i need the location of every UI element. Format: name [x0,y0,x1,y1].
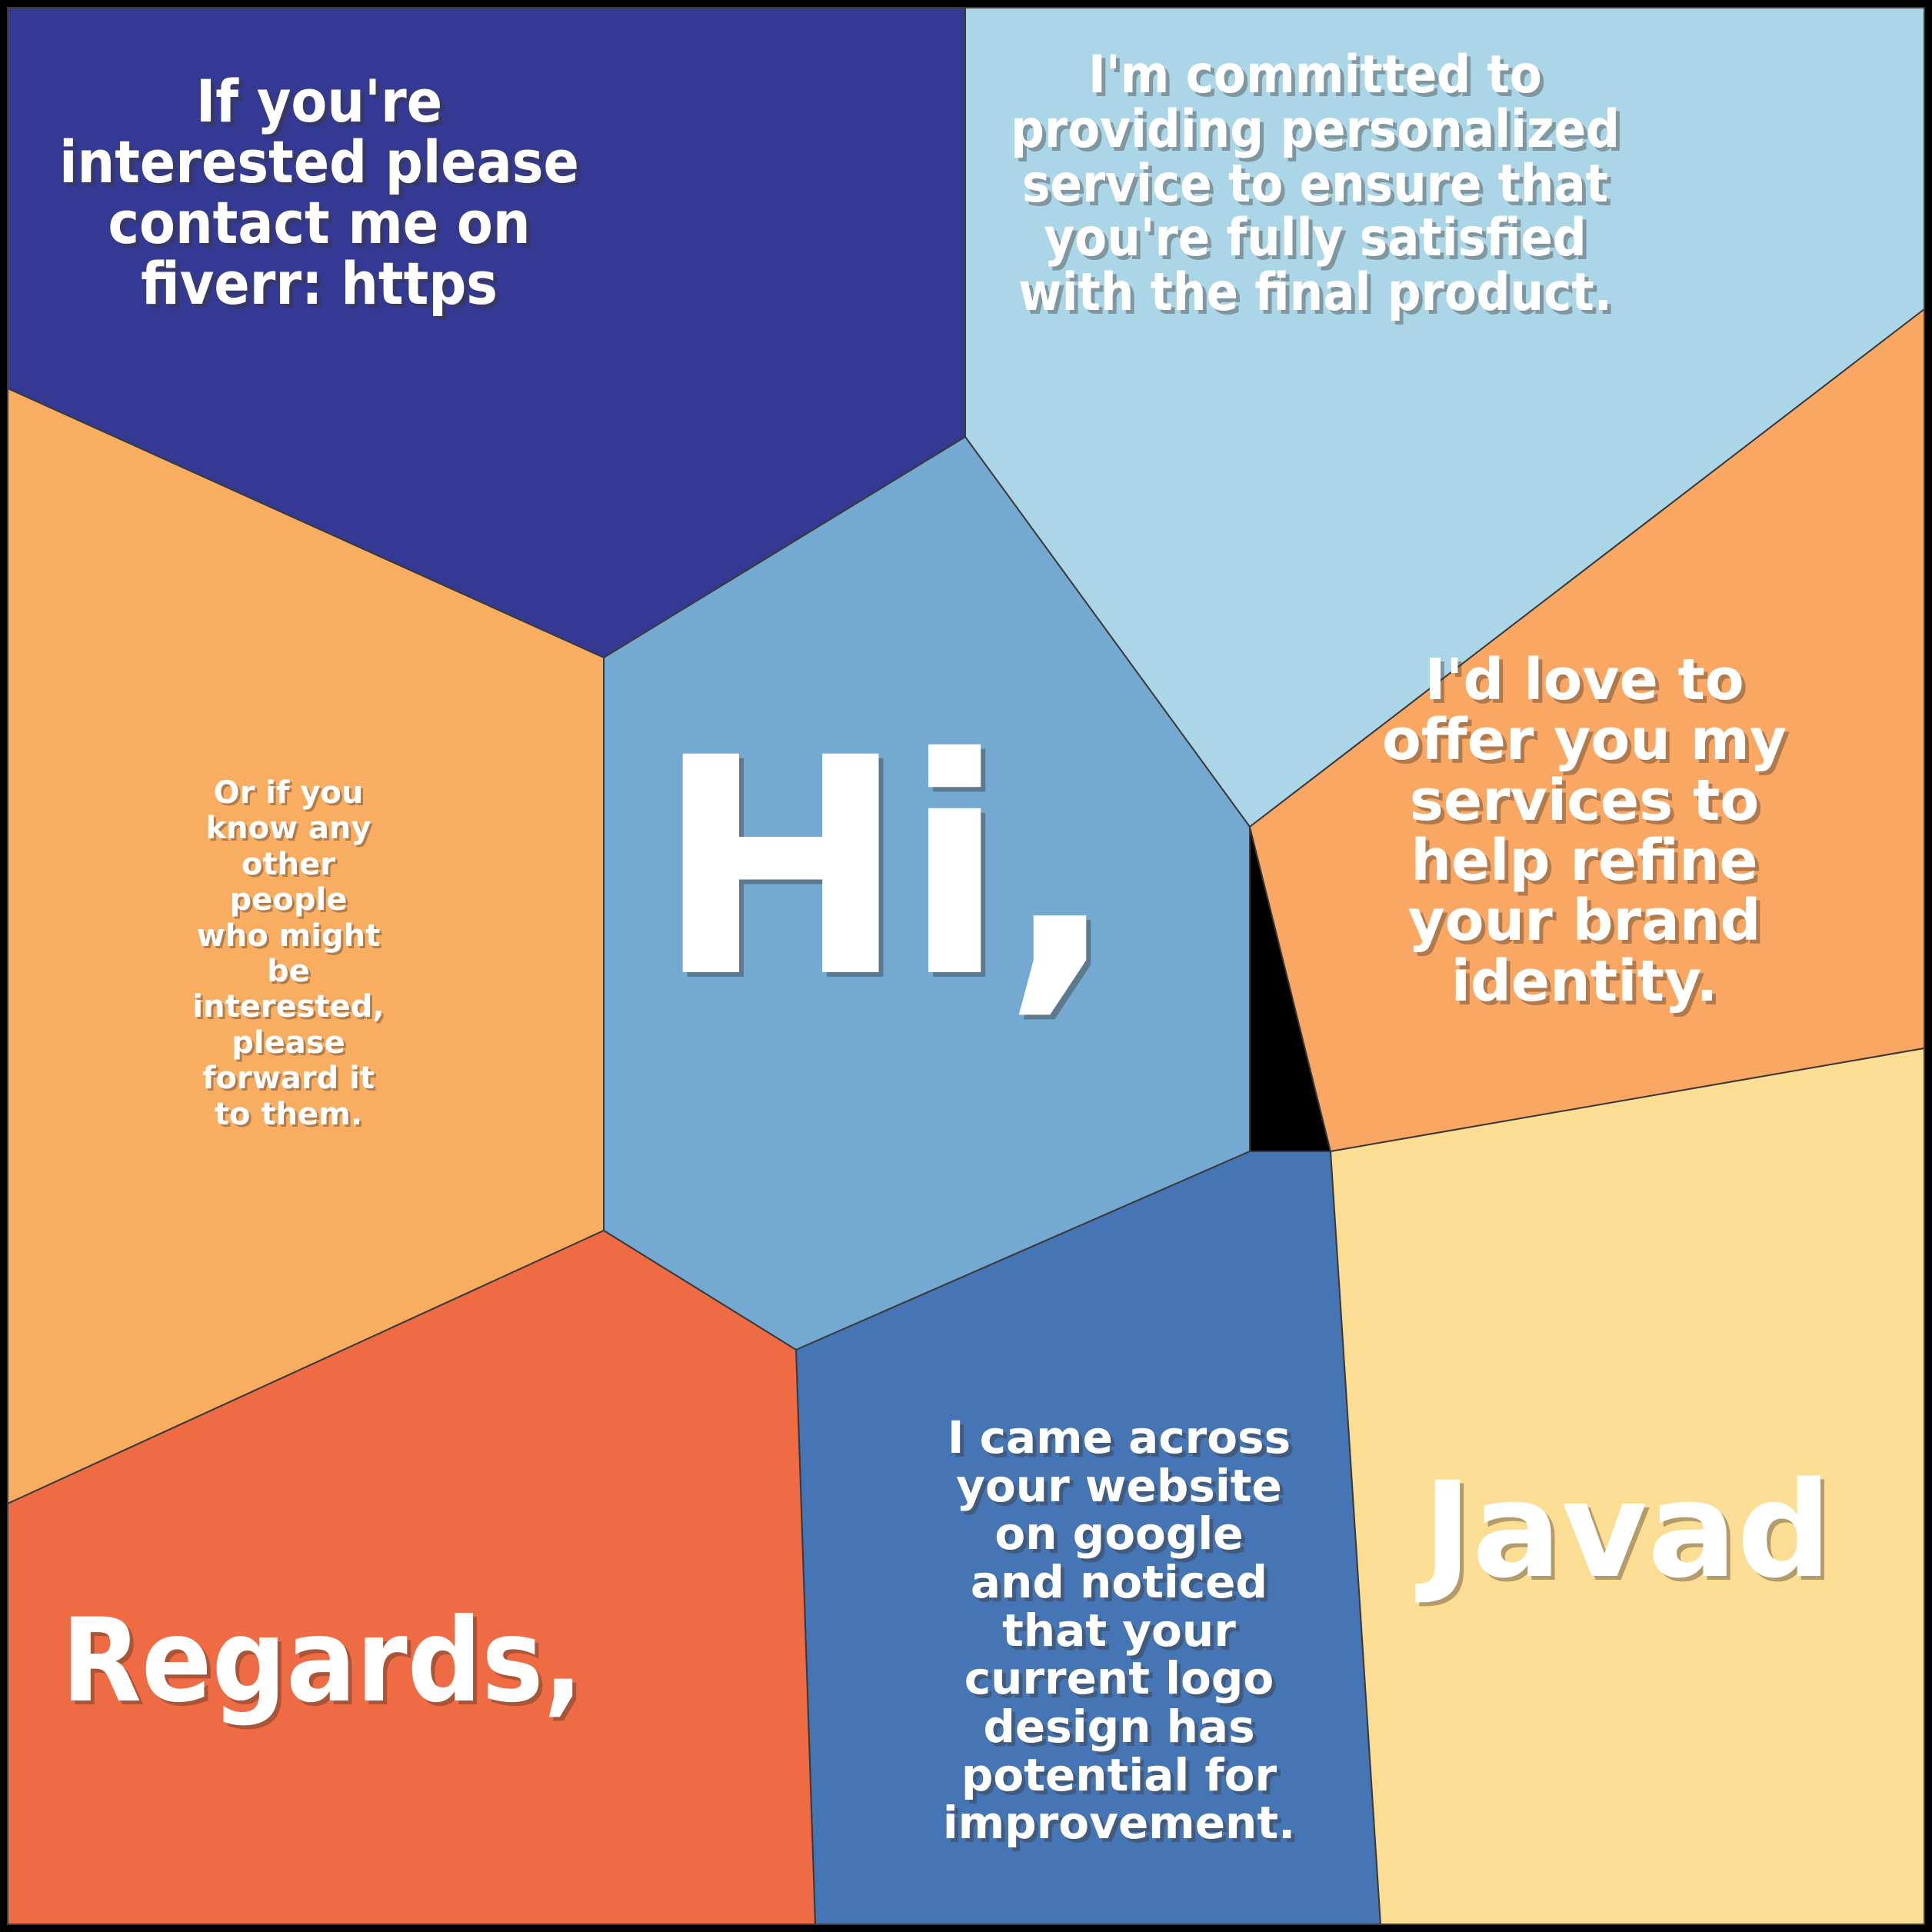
cell-mosaic [0,0,1932,1932]
signature-cell [1329,1047,1925,1925]
poster-canvas: If you're interested please contact me o… [0,0,1932,1932]
